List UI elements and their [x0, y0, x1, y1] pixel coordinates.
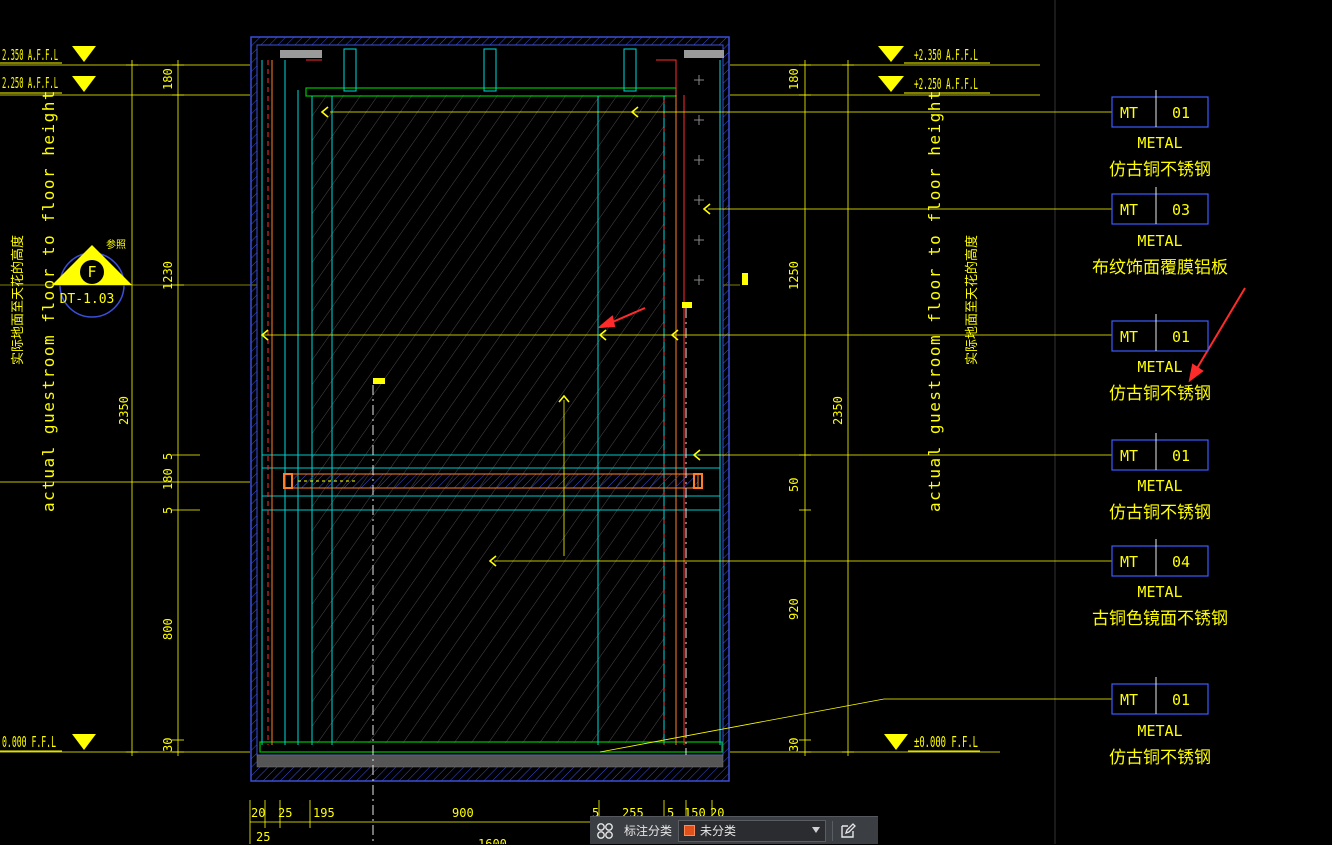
svg-text:1230: 1230	[161, 261, 175, 290]
level-text-right-3: ±0.000 F.F.L	[914, 733, 978, 751]
svg-text:仿古铜不锈钢: 仿古铜不锈钢	[1109, 503, 1211, 523]
svg-text:参照: 参照	[106, 238, 126, 251]
svg-text:2350: 2350	[117, 396, 131, 425]
annotation-toolbar: 标注分类 未分类	[590, 816, 878, 844]
handle-bar	[283, 473, 703, 489]
svg-text:25: 25	[256, 830, 270, 844]
svg-text:195: 195	[313, 806, 335, 820]
svg-text:METAL: METAL	[1137, 722, 1182, 740]
svg-text:180: 180	[161, 468, 175, 490]
svg-text:actual guestroom floor to floo: actual guestroom floor to floor height	[39, 89, 58, 512]
cad-drawing-canvas[interactable]: 2.350 A.F.F.L 2.250 A.F.F.L 0.000 F.F.L …	[0, 0, 1332, 844]
glass-panel	[259, 87, 723, 753]
svg-text:布纹饰面覆膜铝板: 布纹饰面覆膜铝板	[1092, 258, 1228, 278]
category-selected-value: 未分类	[700, 824, 737, 838]
svg-text:30: 30	[161, 738, 175, 752]
dimension-lines-right	[799, 60, 854, 756]
svg-text:04: 04	[1172, 553, 1190, 571]
svg-text:180: 180	[161, 68, 175, 90]
svg-text:METAL: METAL	[1137, 358, 1182, 376]
svg-text:实际地面至天花的高度: 实际地面至天花的高度	[10, 235, 26, 365]
svg-text:仿古铜不锈钢: 仿古铜不锈钢	[1109, 748, 1211, 768]
svg-text:5: 5	[161, 507, 175, 514]
grid-icon[interactable]	[590, 817, 620, 845]
svg-text:METAL: METAL	[1137, 477, 1182, 495]
level-text-right-1: +2.350 A.F.F.L	[914, 46, 978, 64]
svg-text:METAL: METAL	[1137, 232, 1182, 250]
svg-text:2350: 2350	[831, 396, 845, 425]
svg-text:30: 30	[787, 738, 801, 752]
svg-text:25: 25	[278, 806, 292, 820]
svg-text:1250: 1250	[787, 261, 801, 290]
category-dropdown[interactable]: 未分类	[678, 819, 827, 842]
section-callout[interactable]: F DT-1.03 参照	[52, 238, 132, 318]
dimension-text-right: 180 1250 2350 50 920 30	[787, 68, 845, 752]
svg-text:仿古铜不锈钢: 仿古铜不锈钢	[1109, 160, 1211, 180]
dimension-text-left: 180 1230 2350 5 180 5 800 30	[117, 68, 175, 752]
material-tag-1[interactable]: MT 01 METAL 仿古铜不锈钢	[1109, 90, 1211, 180]
svg-text:仿古铜不锈钢: 仿古铜不锈钢	[1109, 384, 1211, 404]
svg-text:METAL: METAL	[1137, 583, 1182, 601]
level-text-left-1: 2.350 A.F.F.L	[2, 46, 58, 64]
material-tag-6[interactable]: MT 01 METAL 仿古铜不锈钢	[1109, 677, 1211, 768]
svg-text:920: 920	[787, 598, 801, 620]
edit-icon[interactable]	[833, 817, 863, 845]
svg-text:actual guestroom floor to floo: actual guestroom floor to floor height	[925, 89, 944, 512]
svg-text:MT: MT	[1120, 328, 1138, 346]
svg-text:50: 50	[787, 478, 801, 492]
chevron-down-icon	[812, 826, 821, 833]
category-color-swatch	[684, 825, 696, 836]
vertical-note-right: actual guestroom floor to floor height 实…	[925, 89, 980, 512]
svg-text:900: 900	[452, 806, 474, 820]
svg-text:DT-1.03: DT-1.03	[60, 292, 115, 307]
vertical-note-left: actual guestroom floor to floor height 实…	[10, 89, 58, 512]
svg-text:MT: MT	[1120, 447, 1138, 465]
svg-text:实际地面至天花的高度: 实际地面至天花的高度	[964, 235, 980, 365]
material-tag-2[interactable]: MT 03 METAL 布纹饰面覆膜铝板	[1092, 187, 1228, 278]
svg-text:MT: MT	[1120, 104, 1138, 122]
dimension-lines-left	[126, 60, 200, 756]
svg-text:MT: MT	[1120, 691, 1138, 709]
svg-text:01: 01	[1172, 328, 1190, 346]
svg-text:20: 20	[251, 806, 265, 820]
svg-text:古铜色镜面不锈钢: 古铜色镜面不锈钢	[1092, 609, 1228, 629]
svg-text:03: 03	[1172, 201, 1190, 219]
level-text-left-3: 0.000 F.F.L	[2, 733, 56, 751]
svg-text:METAL: METAL	[1137, 134, 1182, 152]
svg-text:MT: MT	[1120, 553, 1138, 571]
annotation-category-label: 标注分类	[624, 824, 673, 838]
svg-text:MT: MT	[1120, 201, 1138, 219]
svg-text:01: 01	[1172, 691, 1190, 709]
material-tag-3[interactable]: MT 01 METAL 仿古铜不锈钢	[1109, 314, 1211, 404]
material-tag-4[interactable]: MT 01 METAL 仿古铜不锈钢	[1109, 433, 1211, 523]
svg-text:F: F	[87, 263, 96, 281]
material-tag-5[interactable]: MT 04 METAL 古铜色镜面不锈钢	[1092, 539, 1228, 629]
level-text-right-2: +2.250 A.F.F.L	[914, 75, 978, 93]
svg-text:01: 01	[1172, 447, 1190, 465]
svg-text:01: 01	[1172, 104, 1190, 122]
svg-text:5: 5	[161, 453, 175, 460]
svg-text:180: 180	[787, 68, 801, 90]
svg-text:800: 800	[161, 618, 175, 640]
svg-text:1600: 1600	[478, 837, 507, 844]
